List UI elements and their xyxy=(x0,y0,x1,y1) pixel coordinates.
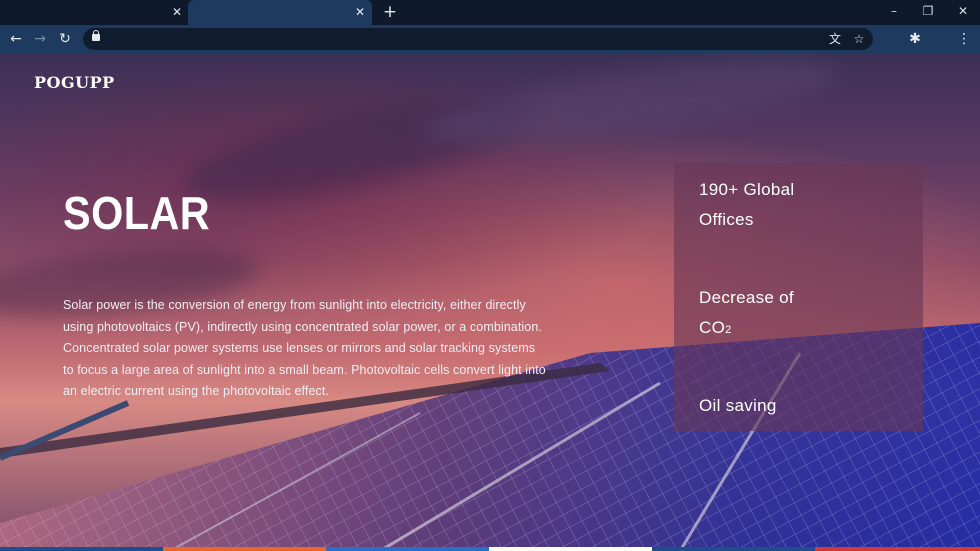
strip-segment xyxy=(815,547,980,551)
browser-toolbar: ← → ↻ 文 ☆ ✱ ⋮ xyxy=(0,25,980,53)
browser-tab-1[interactable]: ✕ xyxy=(0,0,188,25)
page-title: SOLAR xyxy=(63,187,211,239)
stat-line: 190+ Global xyxy=(699,180,795,199)
stat-line: CO2 xyxy=(699,313,794,345)
description-line: using photovoltaics (PV), indirectly usi… xyxy=(63,319,542,334)
stat-line: Offices xyxy=(699,210,754,229)
stats-panel: 190+ Global Offices Decrease of CO2 Oil … xyxy=(674,163,923,431)
description-line: Solar power is the conversion of energy … xyxy=(63,298,526,312)
description-paragraph: Solar power is the conversion of energy … xyxy=(63,295,583,403)
strip-segment xyxy=(0,547,163,551)
extensions-icon[interactable]: ✱ xyxy=(905,29,925,49)
description-line: Concentrated solar power systems use len… xyxy=(63,341,536,355)
stat-oil-saving: Oil saving xyxy=(699,396,777,415)
reload-button[interactable]: ↻ xyxy=(55,29,75,49)
restore-button[interactable]: ❐ xyxy=(918,2,938,20)
description-line: an electric current using the photovolta… xyxy=(63,384,330,398)
bottom-color-strip xyxy=(0,547,980,551)
lock-icon[interactable] xyxy=(92,30,100,41)
stat-line: Decrease of xyxy=(699,288,794,307)
stat-global-offices: 190+ Global Offices xyxy=(699,175,794,235)
close-window-button[interactable]: ✕ xyxy=(953,2,973,20)
forward-button[interactable]: → xyxy=(30,29,50,49)
minimize-button[interactable]: – xyxy=(884,2,904,20)
hero-section: POGUPP SOLAR Solar power is the conversi… xyxy=(0,53,980,551)
close-icon[interactable]: ✕ xyxy=(352,4,368,20)
description-line: to focus a large area of sunlight into a… xyxy=(63,362,546,377)
close-icon[interactable]: ✕ xyxy=(169,4,185,20)
brand-logo[interactable]: POGUPP xyxy=(34,73,115,92)
strip-segment xyxy=(652,547,815,551)
strip-segment xyxy=(163,547,326,551)
back-button[interactable]: ← xyxy=(6,29,26,49)
co2-text: CO xyxy=(699,318,726,337)
strip-segment xyxy=(489,547,652,551)
tab-strip: ✕ ✕ + – ❐ ✕ xyxy=(0,0,980,25)
translate-icon[interactable]: 文 xyxy=(826,30,844,48)
bookmark-star-icon[interactable]: ☆ xyxy=(850,30,868,48)
address-bar[interactable]: 文 ☆ xyxy=(83,28,873,50)
stat-co2: Decrease of CO2 xyxy=(699,283,794,345)
co2-subscript: 2 xyxy=(725,324,732,336)
strip-segment xyxy=(326,547,489,551)
new-tab-button[interactable]: + xyxy=(380,2,400,22)
menu-icon[interactable]: ⋮ xyxy=(954,29,974,49)
browser-tab-2-active[interactable]: ✕ xyxy=(188,0,372,25)
